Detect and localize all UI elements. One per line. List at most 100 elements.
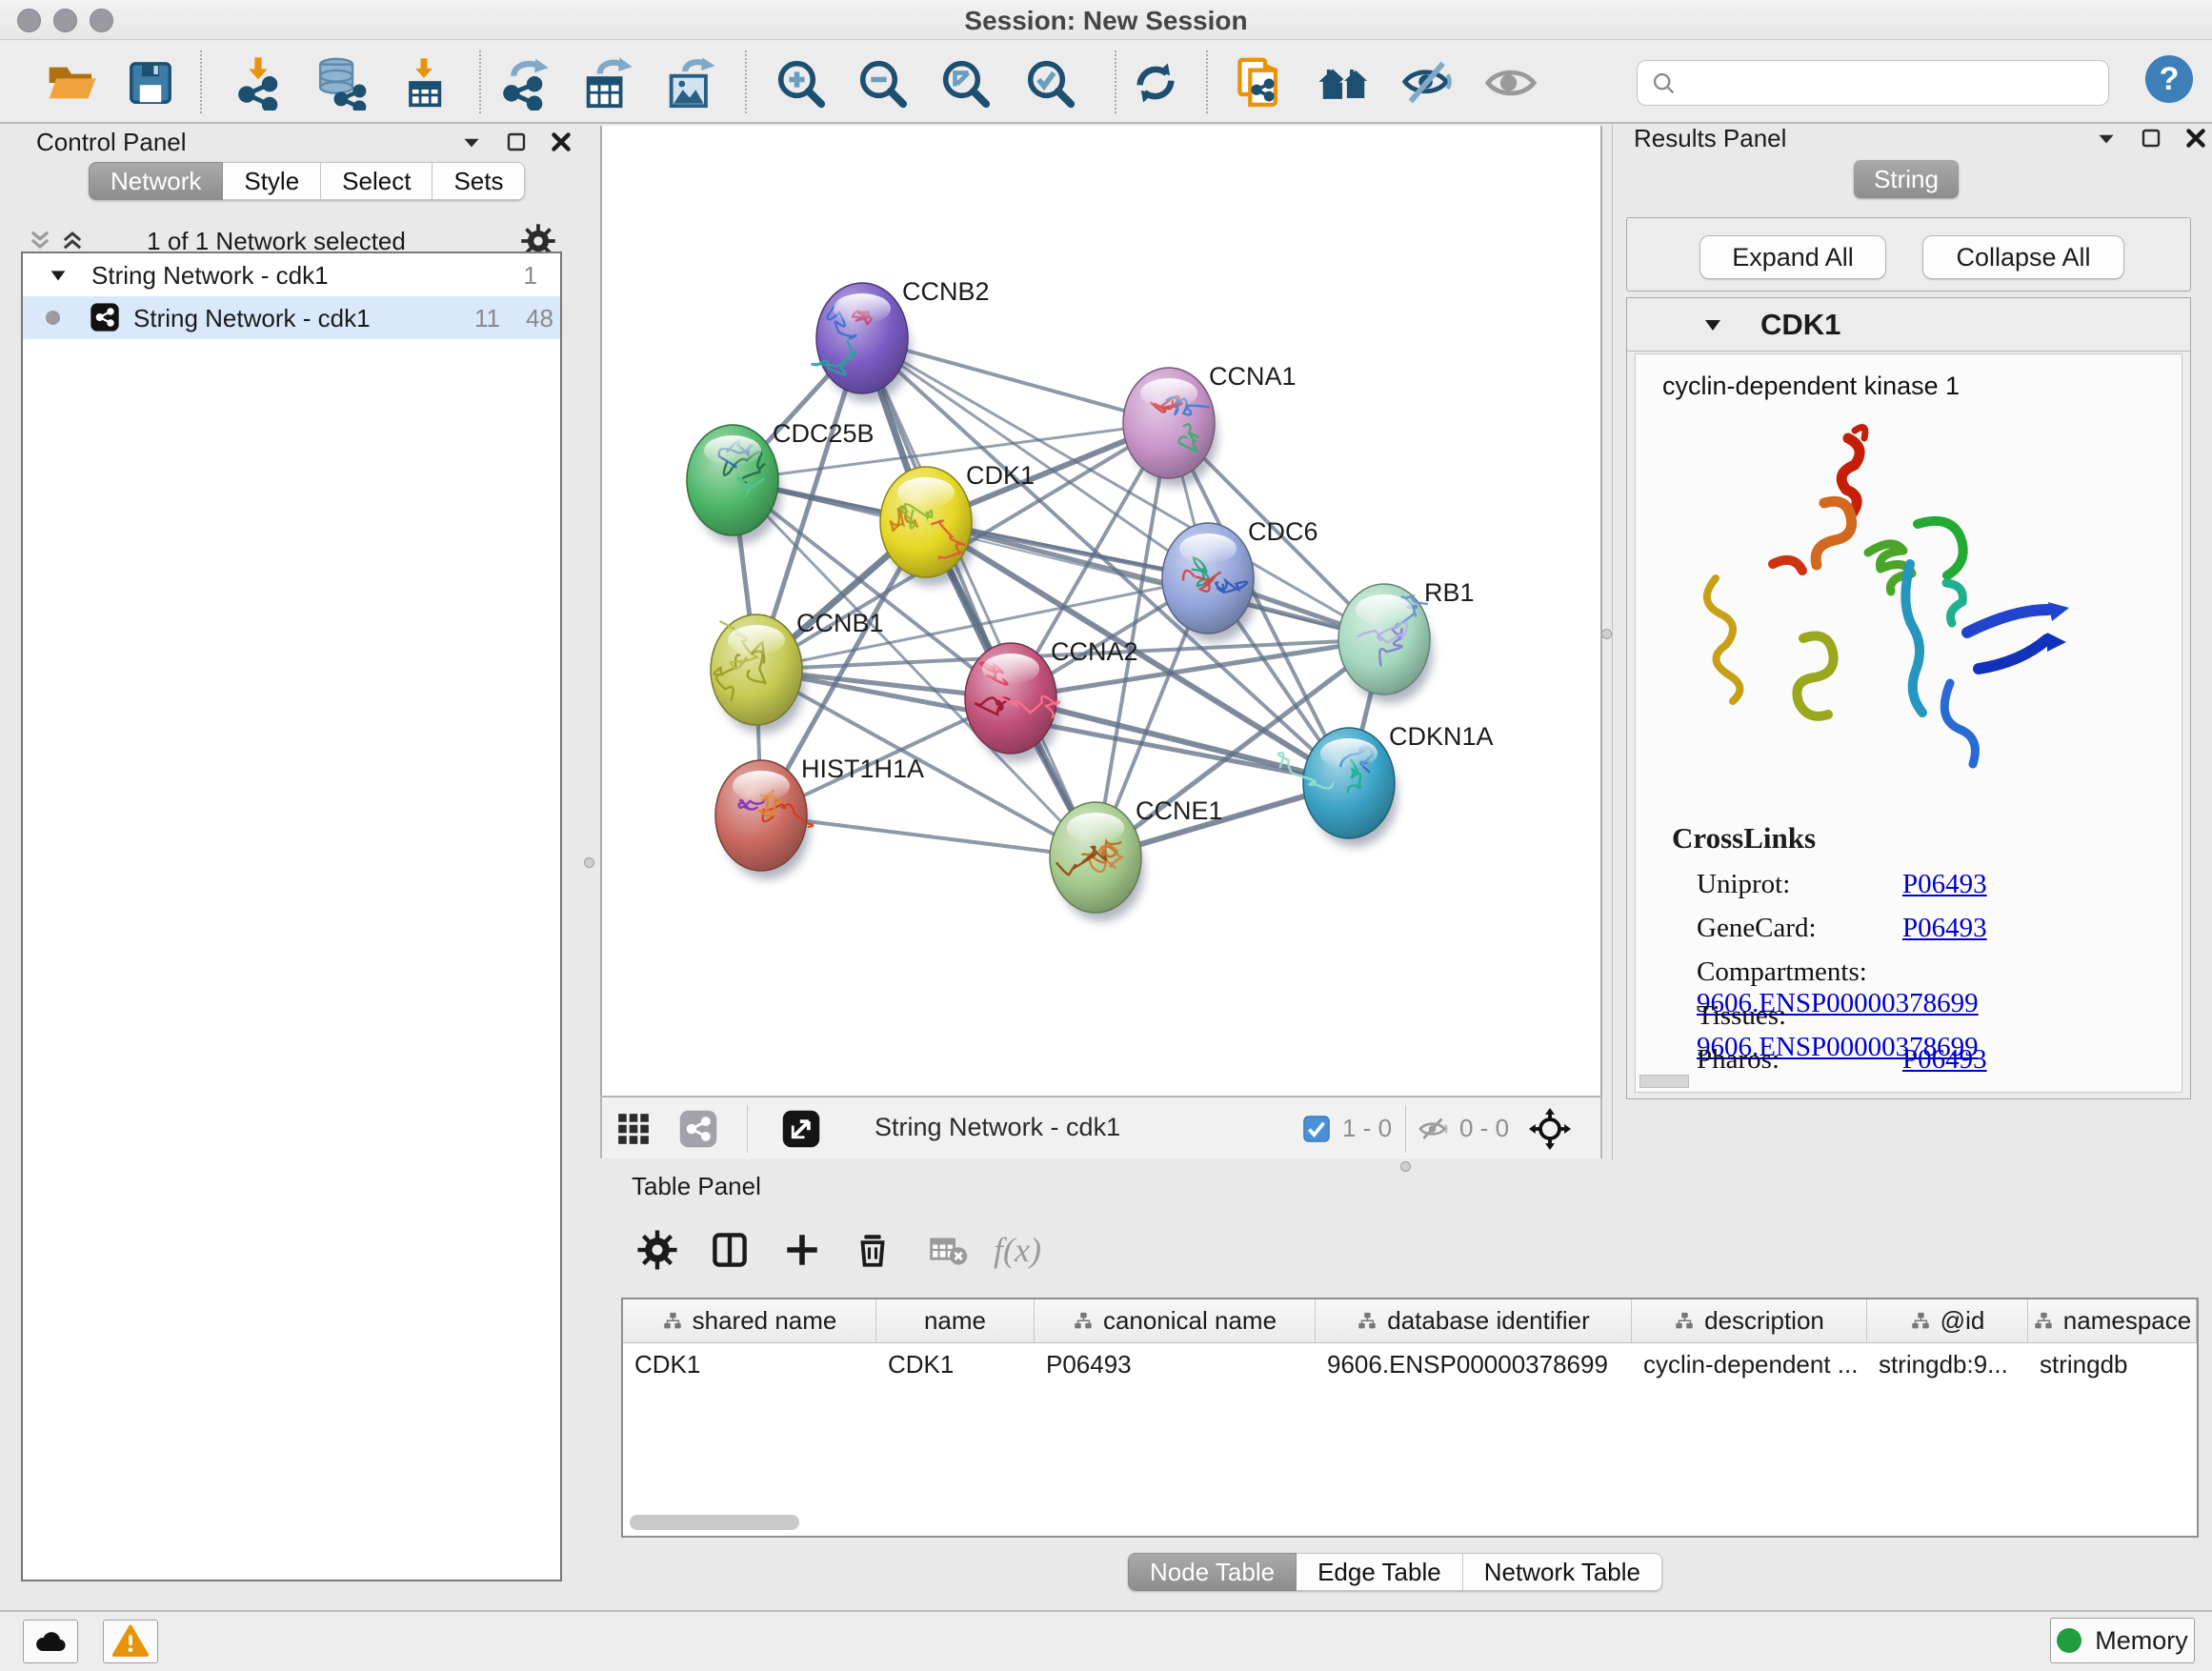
zoom-selected-icon	[1023, 56, 1076, 110]
node-CCNB1[interactable]: CCNB1	[711, 609, 884, 734]
node-CDC25B[interactable]: CDC25B	[687, 419, 875, 544]
table-cell[interactable]: CDK1	[623, 1343, 876, 1385]
node-CDKN1A[interactable]: CDKN1A	[1278, 722, 1494, 847]
refresh-button[interactable]	[1127, 54, 1184, 111]
warnings-button[interactable]	[103, 1620, 158, 1663]
zoom-out-button[interactable]	[854, 54, 911, 111]
table-cell[interactable]: 9606.ENSP00000378699	[1316, 1343, 1632, 1385]
crosslink-link[interactable]: P06493	[1902, 913, 1987, 943]
show-all-button[interactable]	[1482, 54, 1539, 111]
node-RB1[interactable]: RB1	[1338, 578, 1475, 703]
collapse-all-button[interactable]: Collapse All	[1922, 235, 2124, 279]
right-splitter-grip[interactable]	[1601, 629, 1612, 639]
network-collection-row[interactable]: String Network - cdk1 1	[23, 253, 560, 296]
results-scrollbar-thumb[interactable]	[1639, 1075, 1689, 1088]
protein-section-header[interactable]: CDK1	[1627, 298, 2190, 352]
table-cell[interactable]: stringdb	[2028, 1343, 2197, 1385]
panel-float-icon[interactable]	[2140, 127, 2162, 150]
node-CDK1[interactable]: CDK1	[880, 461, 1035, 586]
expand-all-button[interactable]: Expand All	[1699, 235, 1886, 279]
panel-close-icon[interactable]	[2183, 126, 2208, 151]
tab-string[interactable]: String	[1854, 160, 1959, 198]
table-row[interactable]: CDK1CDK1P064939606.ENSP00000378699cyclin…	[623, 1343, 2197, 1385]
table-cell[interactable]: stringdb:9...	[1867, 1343, 2028, 1385]
export-network-button[interactable]	[494, 54, 552, 111]
delete-column-icon[interactable]	[848, 1225, 897, 1275]
save-session-button[interactable]	[122, 54, 179, 111]
node-CCNB2[interactable]: CCNB2	[812, 277, 989, 402]
open-session-button[interactable]	[43, 54, 100, 111]
network-canvas[interactable]: CCNB2 CCNA1 CDC25BCDK1 CDC6RB1 CCNB1 CCNA2 CDK…	[600, 126, 1602, 1096]
export-table-button[interactable]	[578, 54, 635, 111]
tab-edge-table[interactable]: Edge Table	[1297, 1553, 1463, 1591]
column-header-name[interactable]: name	[876, 1299, 1035, 1342]
column-header-@id[interactable]: @id	[1867, 1299, 2028, 1342]
open-external-icon[interactable]	[781, 1109, 821, 1149]
minimize-window-button[interactable]	[53, 9, 77, 32]
zoom-in-button[interactable]	[772, 54, 829, 111]
panel-close-icon[interactable]	[549, 130, 573, 154]
table-cell[interactable]: CDK1	[876, 1343, 1035, 1385]
table-scrollbar-thumb[interactable]	[630, 1515, 799, 1530]
help-button[interactable]: ?	[2145, 55, 2193, 103]
export-image-button[interactable]	[661, 54, 718, 111]
table-options-gear-icon[interactable]	[633, 1225, 682, 1275]
import-network-database-button[interactable]	[312, 54, 370, 111]
column-header-canonical-name[interactable]: canonical name	[1035, 1299, 1316, 1342]
birdseye-grid-icon[interactable]	[615, 1111, 652, 1147]
import-network-file-button[interactable]	[230, 54, 287, 111]
tab-sets[interactable]: Sets	[432, 162, 525, 200]
horizontal-splitter-grip[interactable]	[1400, 1161, 1411, 1172]
fit-selected-crosshair-icon[interactable]	[1528, 1107, 1572, 1151]
table-cell[interactable]: P06493	[1035, 1343, 1316, 1385]
node-CDC6[interactable]: CDC6	[1162, 517, 1318, 642]
tab-select[interactable]: Select	[321, 162, 432, 200]
network-view-title: String Network - cdk1	[875, 1113, 1120, 1142]
add-column-icon[interactable]	[777, 1225, 827, 1275]
zoom-window-button[interactable]	[90, 9, 113, 32]
function-builder-icon[interactable]: f(x)	[993, 1225, 1042, 1275]
clone-network-button[interactable]	[1231, 54, 1288, 111]
panel-float-icon[interactable]	[505, 131, 528, 153]
cloud-button[interactable]	[23, 1620, 78, 1663]
selected-checkbox-icon[interactable]	[1302, 1115, 1331, 1143]
tab-network[interactable]: Network	[89, 162, 223, 200]
table-cell[interactable]: cyclin-dependent ...	[1632, 1343, 1867, 1385]
crosslink-link[interactable]: P06493	[1902, 869, 1987, 899]
node-CCNA2[interactable]: CCNA2	[965, 637, 1138, 762]
tab-node-table[interactable]: Node Table	[1128, 1553, 1297, 1591]
zoom-fit-button[interactable]	[936, 54, 994, 111]
show-columns-icon[interactable]	[705, 1225, 754, 1275]
search-input[interactable]	[1687, 65, 2097, 101]
column-header-shared-name[interactable]: shared name	[623, 1299, 876, 1342]
left-splitter-grip[interactable]	[584, 857, 594, 868]
panel-menu-icon[interactable]	[2094, 126, 2119, 151]
delete-table-icon[interactable]	[924, 1225, 974, 1275]
section-caret-icon[interactable]	[1701, 313, 1724, 336]
tab-network-table[interactable]: Network Table	[1463, 1553, 1662, 1591]
node-HIST1H1A[interactable]: HIST1H1A	[715, 755, 924, 879]
tab-style[interactable]: Style	[223, 162, 321, 200]
edge-CCNE1-HIST1H1A[interactable]	[761, 815, 1096, 857]
zoom-selected-button[interactable]	[1021, 54, 1078, 111]
node-CCNE1[interactable]: CCNE1	[1050, 796, 1223, 921]
network-row[interactable]: String Network - cdk1 11 48	[23, 296, 560, 339]
import-table-file-button[interactable]	[395, 54, 452, 111]
hide-selected-button[interactable]	[1399, 54, 1457, 111]
footer-share-icon[interactable]	[678, 1109, 718, 1149]
column-header-database-identifier[interactable]: database identifier	[1316, 1299, 1632, 1342]
panel-menu-icon[interactable]	[459, 130, 484, 154]
protein-name: CDK1	[1760, 308, 1840, 342]
crosslink-link[interactable]: P06493	[1902, 1044, 1987, 1075]
network-graph[interactable]: CCNB2 CCNA1 CDC25BCDK1 CDC6RB1 CCNB1 CCNA2 CDK…	[602, 126, 1600, 1094]
hidden-eye-icon[interactable]	[1418, 1113, 1450, 1145]
node-CCNA1[interactable]: CCNA1	[1123, 362, 1297, 487]
close-window-button[interactable]	[17, 9, 41, 32]
column-header-namespace[interactable]: namespace	[2028, 1299, 2197, 1342]
database-icon	[313, 55, 369, 111]
first-neighbors-button[interactable]	[1316, 54, 1373, 111]
column-type-icon	[1073, 1311, 1094, 1332]
collection-caret-icon[interactable]	[48, 265, 69, 286]
column-header-description[interactable]: description	[1632, 1299, 1867, 1342]
memory-button[interactable]: Memory	[2050, 1618, 2195, 1663]
